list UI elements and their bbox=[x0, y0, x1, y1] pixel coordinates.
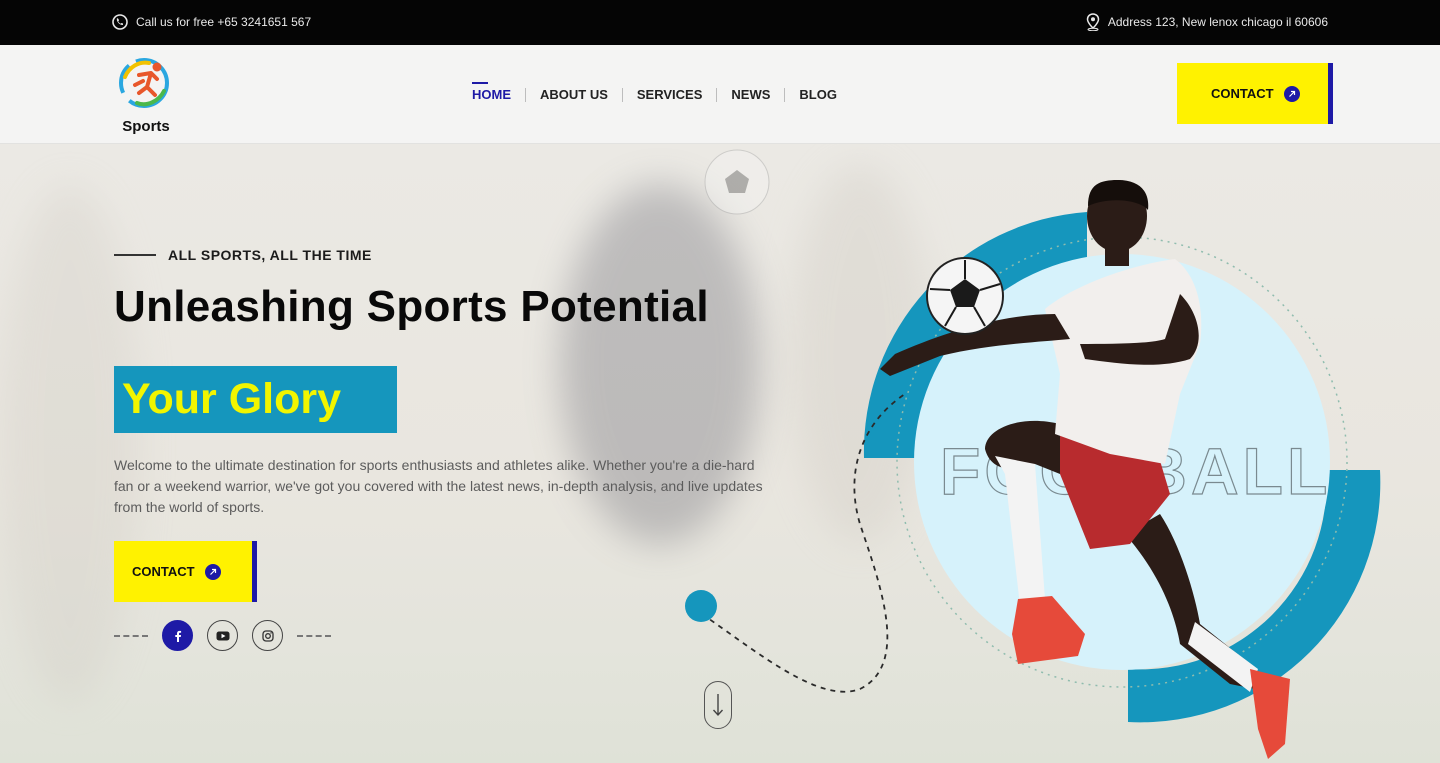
nav-news[interactable]: NEWS bbox=[731, 87, 770, 102]
social-links bbox=[114, 620, 331, 651]
top-bar: Call us for free +65 3241651 567 Address… bbox=[0, 0, 1440, 45]
phone-icon bbox=[112, 14, 128, 30]
arrow-up-right-icon bbox=[1283, 85, 1300, 102]
instagram-icon[interactable] bbox=[252, 620, 283, 651]
hero-description: Welcome to the ultimate destination for … bbox=[114, 457, 763, 515]
sports-logo-icon bbox=[119, 58, 169, 108]
address-text: Address 123, New lenox chicago il 60606 bbox=[1107, 15, 1328, 29]
nav-home[interactable]: HOME bbox=[472, 82, 511, 102]
phone-info[interactable]: Call us for free +65 3241651 567 bbox=[112, 14, 311, 30]
nav-divider bbox=[621, 87, 623, 102]
hero-highlight: Your Glory bbox=[114, 366, 397, 433]
hero-headline: Unleashing Sports Potential bbox=[114, 282, 709, 331]
nav-divider bbox=[525, 87, 526, 102]
contact-label: CONTACT bbox=[132, 564, 195, 579]
contact-label: CONTACT bbox=[1211, 86, 1274, 101]
hero-graphic: FOOTBALL bbox=[685, 180, 1381, 759]
hero-section: FOOTBALL bbox=[0, 144, 1440, 763]
nav-divider bbox=[716, 87, 718, 102]
address-info: Address 123, New lenox chicago il 60606 bbox=[1086, 13, 1328, 31]
nav-blog[interactable]: BLOG bbox=[799, 87, 837, 102]
facebook-icon[interactable] bbox=[162, 620, 193, 651]
header-contact-button[interactable]: CONTACT bbox=[1177, 63, 1333, 124]
site-header: Sports HOME ABOUT US SERVICES NEWS BLOG … bbox=[0, 45, 1440, 144]
youtube-icon[interactable] bbox=[207, 620, 238, 651]
nav-about-us[interactable]: ABOUT US bbox=[540, 87, 608, 102]
scroll-down-button[interactable] bbox=[704, 681, 732, 729]
hero-eyebrow: ALL SPORTS, ALL THE TIME bbox=[114, 247, 372, 263]
phone-text: Call us for free +65 3241651 567 bbox=[136, 15, 312, 29]
arrow-down-icon bbox=[712, 694, 724, 717]
social-divider bbox=[297, 634, 331, 637]
location-pin-icon bbox=[1086, 13, 1100, 31]
main-nav: HOME ABOUT US SERVICES NEWS BLOG bbox=[472, 82, 837, 102]
eyebrow-line bbox=[114, 254, 156, 256]
logo-text: Sports bbox=[122, 118, 170, 135]
arrow-up-right-icon bbox=[204, 563, 221, 580]
social-divider bbox=[114, 634, 148, 637]
hero-contact-button[interactable]: CONTACT bbox=[114, 541, 257, 602]
eyebrow-text: ALL SPORTS, ALL THE TIME bbox=[168, 247, 372, 263]
nav-services[interactable]: SERVICES bbox=[637, 87, 703, 102]
nav-divider bbox=[784, 87, 786, 102]
site-logo[interactable]: Sports bbox=[114, 55, 178, 135]
